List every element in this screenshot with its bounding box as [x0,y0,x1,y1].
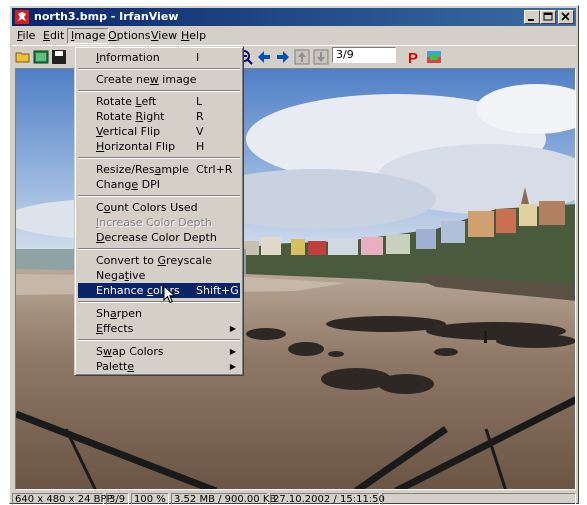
menu-item-count-colors-used[interactable]: Count Colors Used [78,200,240,215]
mouse-cursor-icon [163,285,176,304]
close-button[interactable] [558,10,574,24]
minimize-button[interactable] [524,10,540,24]
menu-edit[interactable]: Edit [40,29,67,43]
menu-item-horizontal-flip[interactable]: Horizontal Flip H [78,139,240,154]
menu-separator [78,90,240,92]
submenu-arrow-icon: ▶ [229,324,236,333]
menu-item-sharpen[interactable]: Sharpen [78,306,240,321]
page-number-field[interactable]: 3/9 [332,47,396,63]
status-zoom: 100 % [131,493,169,505]
menu-item-effects[interactable]: Effects ▶ [78,321,240,336]
svg-text:P: P [408,50,418,65]
back-arrow-icon[interactable] [256,49,272,65]
menu-item-decrease-color-depth[interactable]: Decrease Color Depth [78,230,240,245]
menu-help[interactable]: Help [178,29,209,43]
menu-item-swap-colors[interactable]: Swap Colors ▶ [78,344,240,359]
menu-image[interactable]: Image [67,28,110,44]
menu-item-palette[interactable]: Palette ▶ [78,359,240,374]
menu-item-enhance-colors[interactable]: Enhance colors Shift+G [78,283,240,298]
status-bar: 640 x 480 x 24 BPP 3/9 100 % 3.52 MB / 9… [12,492,576,505]
submenu-arrow-icon: ▶ [229,362,236,371]
close-icon [561,12,570,21]
menu-item-rotate-right[interactable]: Rotate Right R [78,109,240,124]
minimize-icon [528,19,534,21]
image-menu-dropdown: Information I Create new image Rotate Le… [74,46,244,376]
irfanview-app-icon [15,10,29,24]
submenu-arrow-icon: ▶ [229,347,236,356]
menu-file[interactable]: File [14,29,38,43]
open-folder-icon[interactable] [15,49,31,65]
irfanview-window: north3.bmp - IrfanView File Edit Image O… [9,5,579,505]
menu-view[interactable]: View [148,29,180,43]
maximize-icon [543,12,553,21]
status-index: 3/9 [106,493,129,505]
status-dimensions: 640 x 480 x 24 BPP [12,493,113,505]
menu-separator [78,157,240,159]
paint-icon[interactable]: P [405,49,421,65]
menu-separator [78,301,240,303]
menu-item-vertical-flip[interactable]: Vertical Flip V [78,124,240,139]
menu-item-increase-color-depth: Increase Color Depth [96,216,212,229]
status-datetime: 27.10.2002 / 15:11:50 [270,493,385,505]
window-title: north3.bmp - IrfanView [34,10,179,23]
settings-icon[interactable] [426,49,442,65]
menu-separator [78,248,240,250]
save-icon[interactable] [51,49,67,65]
forward-arrow-icon[interactable] [275,49,291,65]
menu-bar: File Edit Image Options View Help [12,28,576,44]
thumbnails-icon[interactable] [33,49,49,65]
first-icon[interactable] [294,49,310,65]
title-bar[interactable]: north3.bmp - IrfanView [12,8,576,26]
menu-item-rotate-left[interactable]: Rotate Left L [78,94,240,109]
menu-separator [78,339,240,341]
menu-options[interactable]: Options [105,29,153,43]
menu-item-convert-to-greyscale[interactable]: Convert to Greyscale [78,253,240,268]
status-size: 3.52 MB / 900.00 KB [171,493,276,505]
maximize-button[interactable] [540,10,556,24]
menu-separator [78,195,240,197]
menu-item-resize-resample[interactable]: Resize/Resample Ctrl+R [78,162,240,177]
menu-item-negative[interactable]: Negative [78,268,240,283]
last-icon[interactable] [313,49,329,65]
menu-item-change-dpi[interactable]: Change DPI [78,177,240,192]
menu-separator [78,68,240,70]
menu-item-create-new-image[interactable]: Create new image [78,72,240,87]
menu-item-information[interactable]: Information I [78,50,240,65]
status-empty [382,493,576,505]
